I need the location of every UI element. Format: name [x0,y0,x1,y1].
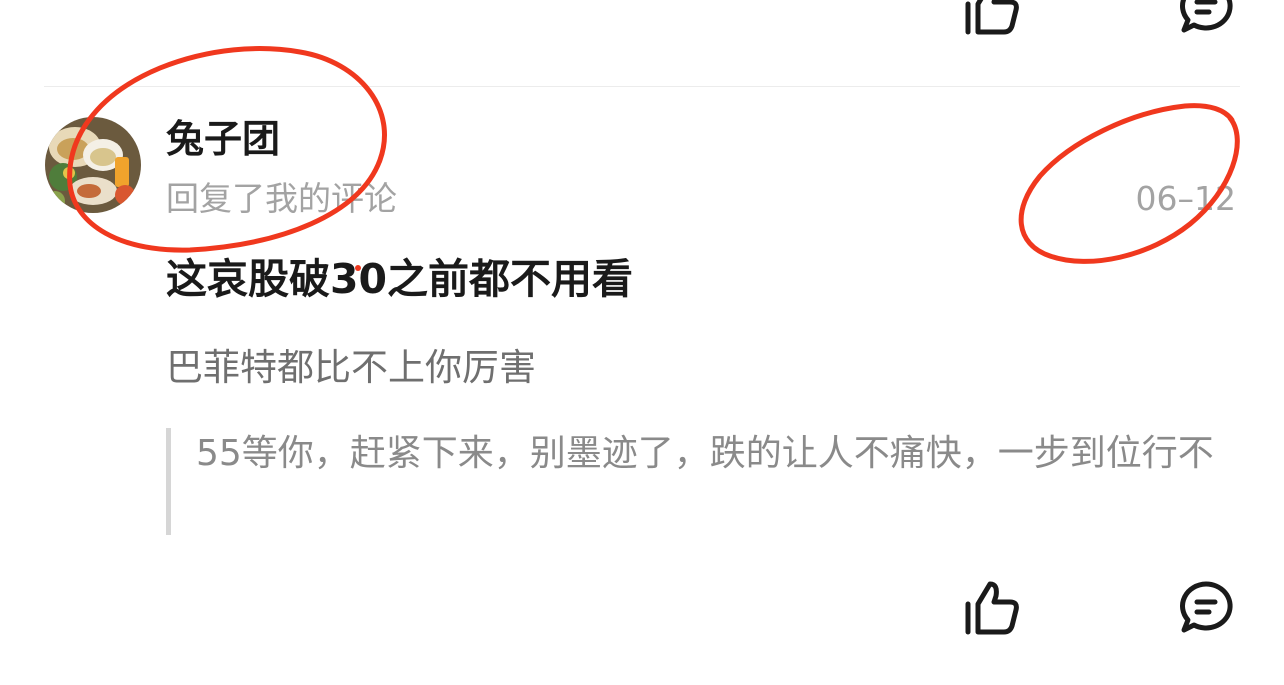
quote-bar [166,428,171,535]
comment-bubble-icon [1180,0,1233,33]
username[interactable]: 兔子团 [166,113,280,165]
original-post-title[interactable]: 巴菲特都比不上你厉害 [166,342,536,394]
avatar[interactable] [45,117,141,213]
food-photo-avatar-icon [45,117,141,213]
reply-content[interactable]: 这哀股破30之前都不用看 [166,250,633,308]
comment-bubble-icon [1180,581,1233,633]
previous-like-button[interactable] [958,0,1022,36]
reply-button[interactable] [1176,578,1236,638]
notification-page: 兔子团 回复了我的评论 06–12 这哀股破30之前都不用看 巴菲特都比不上你厉… [0,0,1284,685]
thumbs-up-icon [965,581,1019,635]
quoted-comment-text: 55等你，赶紧下来，别墨迹了，跌的让人不痛快，一步到位行不 [196,433,1214,474]
item-divider [44,86,1240,87]
thumbs-up-icon [965,0,1019,35]
quoted-comment[interactable]: 55等你，赶紧下来，别墨迹了，跌的让人不痛快，一步到位行不 [166,428,1216,535]
previous-comment-button[interactable] [1176,0,1236,36]
timestamp: 06–12 [1135,179,1236,218]
action-description: 回复了我的评论 [166,179,397,218]
like-button[interactable] [958,578,1022,638]
